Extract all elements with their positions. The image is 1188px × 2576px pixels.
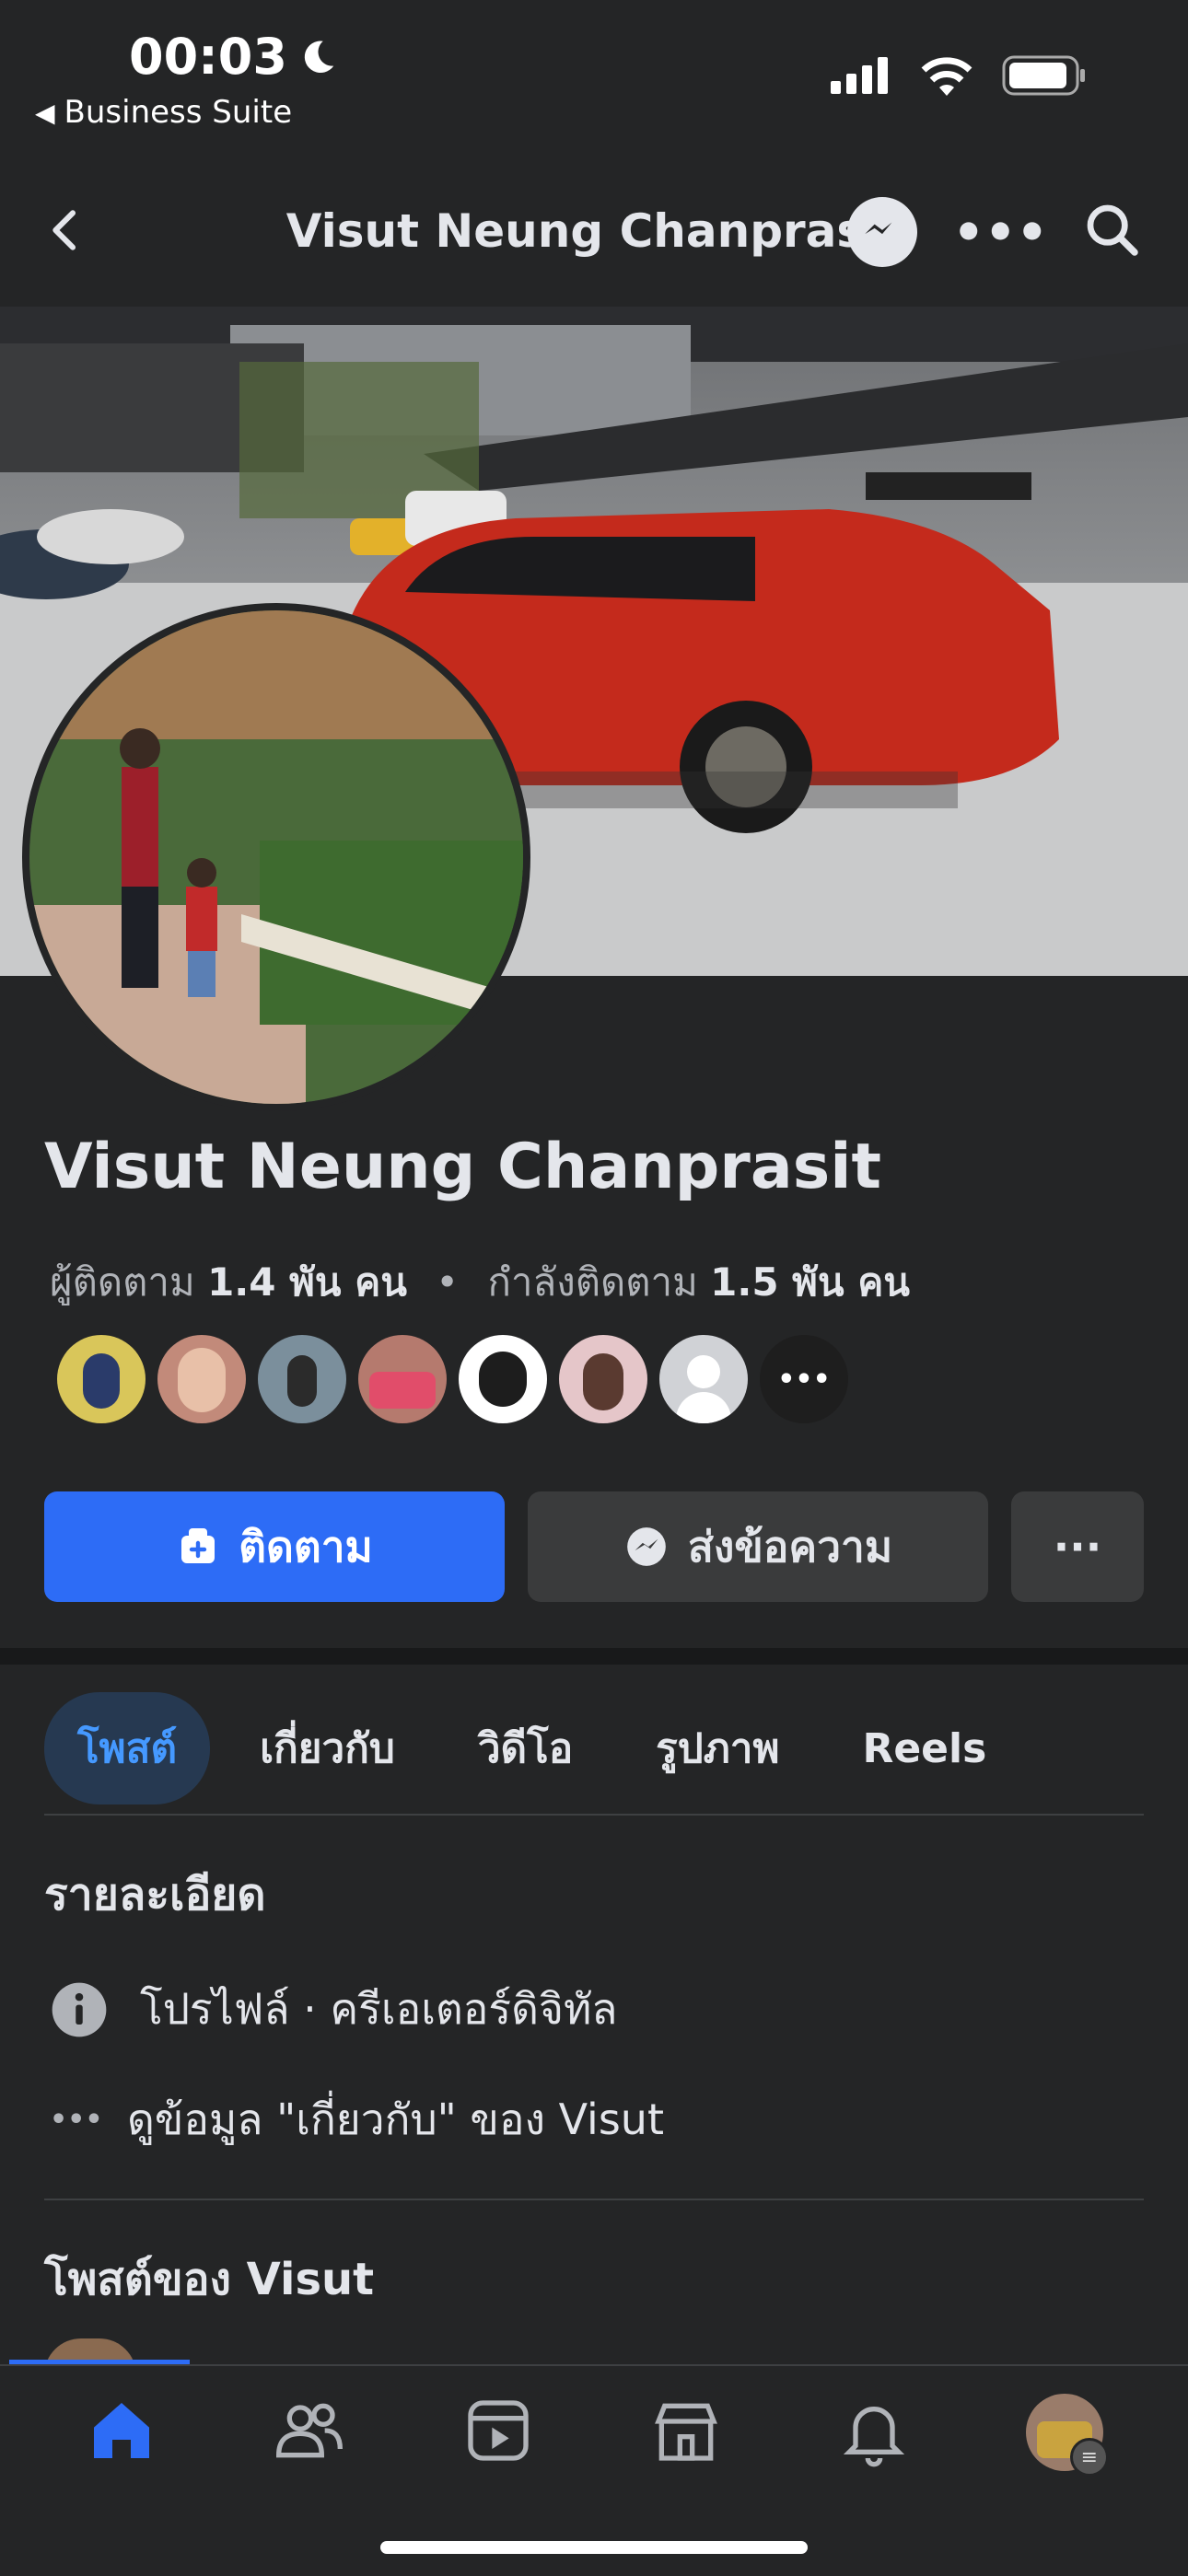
home-indicator[interactable] bbox=[380, 2541, 808, 2554]
battery-icon bbox=[1002, 55, 1085, 96]
wifi-icon bbox=[921, 57, 973, 96]
profile-more-button[interactable]: ··· bbox=[1011, 1491, 1144, 1602]
moon-icon bbox=[304, 41, 334, 73]
bell-icon bbox=[844, 2407, 905, 2467]
posts-section-title: โพสต์ของ Visut bbox=[44, 2254, 375, 2305]
tab-home[interactable] bbox=[85, 2394, 158, 2471]
tab-reels[interactable]: Reels bbox=[829, 1701, 1019, 1796]
friends-icon bbox=[276, 2403, 344, 2458]
follower-avatars[interactable]: ••• bbox=[57, 1335, 848, 1423]
details-title: รายละเอียด bbox=[44, 1869, 266, 1920]
tab-video[interactable] bbox=[461, 2394, 535, 2471]
profile-type-text: โปรไฟล์ · ครีเอเตอร์ดิจิทัล bbox=[140, 1984, 618, 2034]
message-label: ส่งข้อความ bbox=[687, 1521, 893, 1572]
info-icon bbox=[52, 1982, 107, 2036]
messenger-icon bbox=[865, 222, 892, 235]
profile-avatar-image bbox=[29, 610, 523, 1104]
back-app-label: Business Suite bbox=[64, 94, 293, 131]
tab-about[interactable]: เกี่ยวกับ bbox=[227, 1692, 428, 1804]
following-count: 1.5 พัน คน bbox=[710, 1259, 911, 1305]
profile-tabs: โพสต์ เกี่ยวกับ วิดีโอ รูปภาพ Reels bbox=[44, 1692, 1019, 1804]
see-about-text: ดูข้อมูล "เกี่ยวกับ" ของ Visut bbox=[127, 2094, 664, 2144]
tab-posts[interactable]: โพสต์ bbox=[44, 1692, 211, 1804]
follower-avatar[interactable] bbox=[559, 1335, 647, 1423]
follow-label: ติดตาม bbox=[239, 1521, 373, 1572]
followers-count: 1.4 พัน คน bbox=[207, 1259, 407, 1305]
search-icon bbox=[1087, 204, 1138, 256]
more-icon: ••• bbox=[777, 1363, 831, 1396]
tab-marketplace[interactable] bbox=[649, 2394, 723, 2471]
detail-profile-type: โปรไฟล์ · ครีเอเตอร์ดิจิทัล bbox=[50, 1976, 617, 2043]
follower-avatar[interactable] bbox=[57, 1335, 146, 1423]
menu-badge-icon: ≡ bbox=[1069, 2438, 1109, 2477]
details-divider bbox=[44, 2199, 1144, 2200]
more-followers[interactable]: ••• bbox=[760, 1335, 848, 1423]
status-icons bbox=[831, 55, 1087, 96]
follower-avatar[interactable] bbox=[459, 1335, 547, 1423]
more-button[interactable]: ••• bbox=[952, 203, 1048, 261]
followers-label: ผู้ติดตาม bbox=[50, 1259, 195, 1305]
profile-name: Visut Neung Chanprasit bbox=[44, 1131, 882, 1203]
back-triangle-icon: ◀ bbox=[35, 97, 55, 128]
follower-avatar[interactable] bbox=[358, 1335, 447, 1423]
tab-menu-profile[interactable]: ≡ bbox=[1025, 2394, 1109, 2477]
tab-notifications[interactable] bbox=[837, 2394, 911, 2471]
home-icon bbox=[94, 2403, 150, 2458]
follower-avatar[interactable] bbox=[157, 1335, 246, 1423]
follow-icon bbox=[181, 1528, 215, 1563]
tab-videos[interactable]: วิดีโอ bbox=[445, 1692, 606, 1804]
follow-button[interactable]: ติดตาม bbox=[44, 1491, 505, 1602]
more-icon: ··· bbox=[1053, 1522, 1102, 1572]
message-button[interactable]: ส่งข้อความ bbox=[528, 1491, 988, 1602]
messenger-icon bbox=[626, 1527, 666, 1566]
tabs-divider bbox=[44, 1814, 1144, 1816]
tab-friends[interactable] bbox=[273, 2394, 346, 2471]
more-icon: ••• bbox=[952, 203, 1048, 261]
time-text: 00:03 bbox=[129, 28, 287, 86]
video-icon bbox=[468, 2400, 529, 2461]
back-to-app[interactable]: ◀ Business Suite bbox=[35, 94, 292, 131]
follower-avatar[interactable] bbox=[659, 1335, 748, 1423]
tab-photos[interactable]: รูปภาพ bbox=[623, 1692, 812, 1804]
signal-icon bbox=[831, 57, 888, 94]
section-divider bbox=[0, 1648, 1188, 1665]
search-button[interactable] bbox=[1083, 201, 1142, 263]
follower-avatar[interactable] bbox=[258, 1335, 346, 1423]
status-time: 00:03 bbox=[129, 28, 339, 86]
stats-separator: • bbox=[436, 1259, 460, 1305]
more-icon: ••• bbox=[50, 2104, 103, 2136]
followers-stats[interactable]: ผู้ติดตาม 1.4 พัน คน • กำลังติดตาม 1.5 พ… bbox=[50, 1252, 910, 1313]
messenger-button[interactable] bbox=[847, 197, 918, 267]
nav-actions: ••• bbox=[847, 197, 1142, 267]
following-label: กำลังติดตาม bbox=[487, 1259, 698, 1305]
marketplace-icon bbox=[655, 2403, 718, 2461]
profile-avatar[interactable] bbox=[22, 603, 530, 1111]
see-about-link[interactable]: ••• ดูข้อมูล "เกี่ยวกับ" ของ Visut bbox=[50, 2086, 664, 2153]
